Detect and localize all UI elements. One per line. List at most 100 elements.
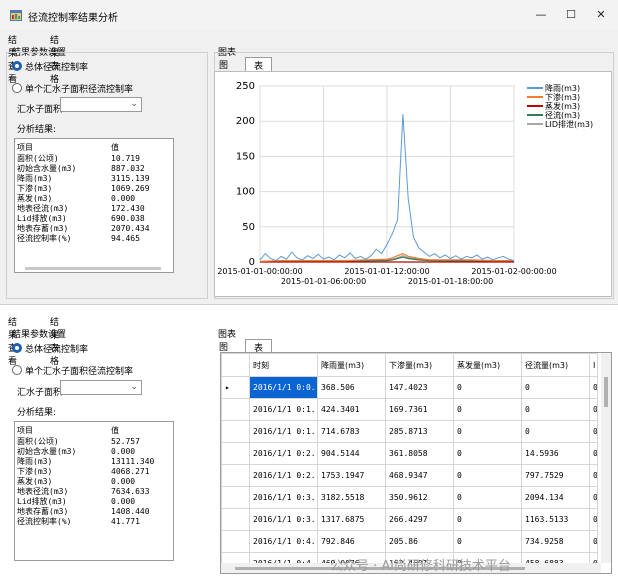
table-row[interactable]: 2016/1/1 0:3...3182.5518350.961202094.13… (221, 486, 598, 509)
column-header-infiltration[interactable]: 下渗量(m3) (385, 353, 454, 377)
table-cell[interactable]: 368.506 (317, 376, 386, 399)
app-icon (10, 10, 22, 21)
table-cell[interactable]: 285.8713 (385, 420, 454, 443)
table-cell[interactable]: 2016/1/1 0:0... (249, 376, 318, 399)
row-header[interactable] (221, 486, 250, 509)
table-cell[interactable]: 0 (589, 530, 598, 553)
table-cell[interactable]: 468.9347 (385, 464, 454, 487)
column-header-runoff[interactable]: 径流量(m3) (521, 353, 590, 377)
results-scrollbar[interactable] (25, 267, 161, 270)
table-cell[interactable]: 2016/1/1 0:4... (249, 530, 318, 553)
table-cell[interactable]: 2016/1/1 0:1... (249, 420, 318, 443)
table-row[interactable]: 2016/1/1 0:1...424.3401169.7361000 (221, 398, 598, 421)
table-cell[interactable]: 0 (589, 376, 598, 399)
table-cell[interactable]: 424.3401 (317, 398, 386, 421)
close-button[interactable]: ✕ (588, 6, 614, 24)
table-row[interactable]: 2016/1/1 0:2...904.5144361.8058014.59360 (221, 442, 598, 465)
chevron-down-icon: ⌄ (130, 99, 138, 109)
results-item-label: 初始含水量(m3) (17, 447, 77, 456)
table-cell[interactable]: 904.5144 (317, 442, 386, 465)
table-cell[interactable]: 3182.5518 (317, 486, 386, 509)
table-cell[interactable]: 0 (589, 486, 598, 509)
table-cell[interactable]: 0 (453, 420, 522, 443)
vertical-scroll-thumb[interactable] (604, 377, 608, 407)
table-cell[interactable]: 1163.5133 (521, 508, 590, 531)
row-header[interactable] (221, 398, 250, 421)
table-cell[interactable]: 266.4297 (385, 508, 454, 531)
table-cell[interactable]: 0 (521, 376, 590, 399)
radio-single[interactable] (12, 365, 22, 375)
table-cell[interactable]: 0 (589, 420, 598, 443)
results-item-label: 径流控制率(%) (17, 234, 72, 243)
row-header[interactable] (221, 530, 250, 553)
table-cell[interactable]: 2016/1/1 0:2... (249, 442, 318, 465)
row-header[interactable] (221, 420, 250, 443)
table-cell[interactable]: 0 (453, 398, 522, 421)
table-cell[interactable]: 0 (589, 398, 598, 421)
y-tick-label: 150 (236, 151, 255, 162)
table-cell[interactable]: 0 (453, 376, 522, 399)
table-row[interactable]: 2016/1/1 0:3...1317.6875266.429701163.51… (221, 508, 598, 531)
results-box[interactable]: 项目 值 面积(公顷) 52.757 初始含水量(m3) 0.000 降雨(m3) 131… (14, 421, 174, 561)
table-cell[interactable]: 0 (453, 508, 522, 531)
column-header-rain[interactable]: 降雨量(m3) (317, 353, 386, 377)
row-header[interactable] (221, 442, 250, 465)
table-cell[interactable]: 361.8058 (385, 442, 454, 465)
tab-chart[interactable]: 图 (219, 58, 228, 71)
legend-label: 径流(m3) (545, 110, 580, 120)
table-cell[interactable]: 792.846 (317, 530, 386, 553)
table-cell[interactable]: 0 (589, 442, 598, 465)
results-item-value: 0.000 (111, 477, 136, 486)
menu-result-view[interactable]: 结果查看 (8, 315, 17, 367)
table-cell[interactable]: 1317.6875 (317, 508, 386, 531)
table-cell[interactable]: 734.9258 (521, 530, 590, 553)
table-row[interactable]: 2016/1/1 0:4...792.846205.860734.92580 (221, 530, 598, 553)
table-cell[interactable]: 2094.134 (521, 486, 590, 509)
table-cell[interactable]: 797.7529 (521, 464, 590, 487)
table-cell[interactable]: 147.4023 (385, 376, 454, 399)
radio-single[interactable] (12, 83, 22, 93)
table-cell[interactable]: 0 (589, 464, 598, 487)
table-cell[interactable]: 714.6783 (317, 420, 386, 443)
results-header-item: 项目 (17, 426, 33, 435)
row-header[interactable] (221, 464, 250, 487)
table-cell[interactable]: 169.7361 (385, 398, 454, 421)
vertical-scrollbar[interactable] (601, 353, 611, 563)
table-cell[interactable]: 2016/1/1 0:1... (249, 398, 318, 421)
maximize-button[interactable]: ☐ (558, 6, 584, 24)
results-item-label: 蒸发(m3) (17, 477, 53, 486)
table-cell[interactable]: 0 (453, 486, 522, 509)
table-cell[interactable]: 205.86 (385, 530, 454, 553)
data-grid[interactable]: 时刻 降雨量(m3) 下渗量(m3) 蒸发量(m3) 径流量(m3) I ▸ 20… (220, 352, 612, 574)
table-row[interactable]: 2016/1/1 0:2...1753.1947468.93470797.752… (221, 464, 598, 487)
current-row-indicator[interactable]: ▸ (221, 376, 250, 399)
table-cell[interactable]: 0 (589, 508, 598, 531)
column-header-extra[interactable]: I (589, 353, 598, 377)
table-cell[interactable]: 0 (453, 442, 522, 465)
table-header-row: 时刻 降雨量(m3) 下渗量(m3) 蒸发量(m3) 径流量(m3) I (221, 353, 598, 377)
menu-result-table[interactable]: 结果表格 (50, 315, 59, 367)
table-cell[interactable]: 2016/1/1 0:3... (249, 508, 318, 531)
table-cell[interactable]: 350.9612 (385, 486, 454, 509)
table-cell[interactable]: 2016/1/1 0:2... (249, 464, 318, 487)
table-cell[interactable]: 1753.1947 (317, 464, 386, 487)
radio-overall[interactable] (12, 343, 22, 353)
row-header[interactable] (221, 508, 250, 531)
subcatchment-combo[interactable]: ⌄ (60, 97, 142, 112)
table-cell[interactable]: 0 (521, 420, 590, 443)
table-cell[interactable]: 14.5936 (521, 442, 590, 465)
table-cell[interactable]: 2016/1/1 0:3... (249, 486, 318, 509)
subcatchment-combo[interactable]: ⌄ (60, 380, 142, 395)
table-row[interactable]: ▸2016/1/1 0:0...368.506147.4023000 (221, 376, 598, 399)
table-row[interactable]: 2016/1/1 0:1...714.6783285.8713000 (221, 420, 598, 443)
y-tick-label: 100 (236, 187, 255, 198)
table-cell[interactable]: 0 (453, 530, 522, 553)
results-box[interactable]: 项目 值 面积(公顷) 10.719 初始含水量(m3) 887.032 降雨(m3) 3… (14, 138, 174, 273)
radio-overall[interactable] (12, 61, 22, 71)
column-header-time[interactable]: 时刻 (249, 353, 318, 377)
results-item-value: 52.757 (111, 437, 140, 446)
table-cell[interactable]: 0 (521, 398, 590, 421)
column-header-evaporation[interactable]: 蒸发量(m3) (453, 353, 522, 377)
minimize-button[interactable]: — (528, 6, 554, 24)
table-cell[interactable]: 0 (453, 464, 522, 487)
